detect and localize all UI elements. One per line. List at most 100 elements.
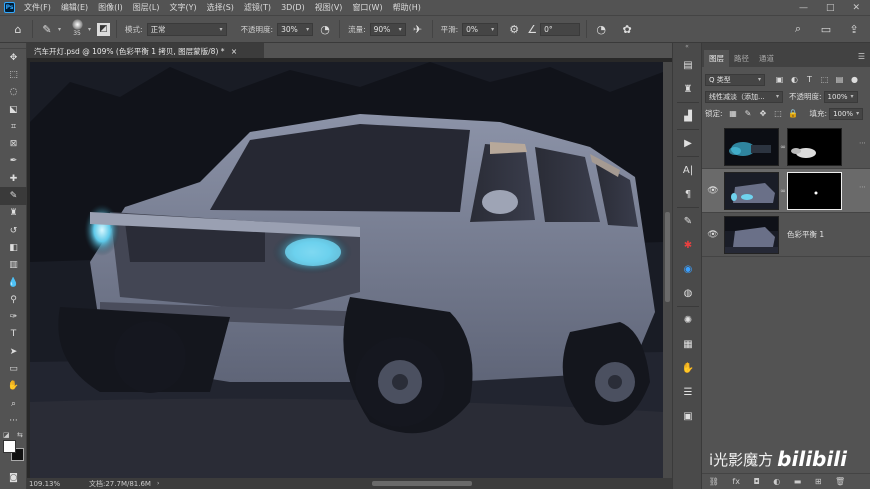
flow-input[interactable]: 90% ▾ bbox=[369, 22, 406, 36]
hand-tool-icon[interactable]: ✋ bbox=[0, 378, 27, 395]
chevron-down-icon[interactable]: ▾ bbox=[58, 26, 61, 33]
collapse-icon[interactable]: « bbox=[673, 43, 701, 53]
blur-tool-icon[interactable]: 💧 bbox=[0, 274, 27, 291]
paragraph-icon[interactable]: ¶ bbox=[673, 182, 703, 206]
brush-settings-icon[interactable]: ✎ bbox=[673, 209, 703, 233]
filter-smart-icon[interactable]: ▤ bbox=[833, 74, 846, 86]
photoshop-logo[interactable]: Ps bbox=[4, 2, 15, 13]
type-tool-icon[interactable]: T bbox=[0, 326, 27, 343]
foreground-color-swatch[interactable] bbox=[3, 439, 16, 453]
smoothing-input[interactable]: 0% ▾ bbox=[462, 22, 499, 36]
menu-image[interactable]: 图像(I) bbox=[93, 2, 128, 13]
crop-tool-icon[interactable]: ⌗ bbox=[0, 118, 27, 135]
menu-3d[interactable]: 3D(D) bbox=[276, 3, 310, 12]
tab-layers[interactable]: 图层 bbox=[704, 50, 729, 67]
gear-icon[interactable]: ⚙ bbox=[506, 21, 522, 37]
menu-filter[interactable]: 滤镜(T) bbox=[239, 2, 276, 13]
menu-select[interactable]: 选择(S) bbox=[202, 2, 239, 13]
horizontal-scrollbar-thumb[interactable] bbox=[372, 481, 472, 486]
eye-icon[interactable]: 👁 bbox=[702, 230, 724, 240]
close-tab-button[interactable]: × bbox=[231, 47, 237, 56]
quick-select-tool-icon[interactable]: ⬕ bbox=[0, 101, 27, 118]
gradient-icon[interactable]: ▦ bbox=[673, 332, 703, 356]
chevron-right-icon[interactable]: › bbox=[157, 480, 159, 487]
marquee-tool-icon[interactable]: ⬚ bbox=[0, 66, 27, 83]
lock-transparent-icon[interactable]: ▦ bbox=[727, 108, 740, 120]
link-layers-icon[interactable]: ⛓ bbox=[709, 477, 719, 486]
frame-tool-icon[interactable]: ⊠ bbox=[0, 135, 27, 152]
mask-link-icon[interactable]: ∞ bbox=[779, 187, 787, 195]
quick-mask-icon[interactable]: ◙ bbox=[0, 470, 27, 487]
filter-toggle-icon[interactable]: ● bbox=[848, 74, 861, 86]
adjustments-icon[interactable]: ☰ bbox=[673, 380, 703, 404]
minimize-button[interactable]: — bbox=[799, 3, 808, 13]
navigator-icon[interactable]: ✋ bbox=[673, 356, 703, 380]
new-layer-icon[interactable]: ⊞ bbox=[815, 477, 822, 486]
gradient-tool-icon[interactable]: ▥ bbox=[0, 257, 27, 274]
close-window-button[interactable]: ✕ bbox=[852, 3, 860, 13]
layer-style-icon[interactable]: fx bbox=[732, 477, 740, 486]
share-icon[interactable]: ⇪ bbox=[846, 21, 862, 37]
pen-tool-icon[interactable]: ✑ bbox=[0, 308, 27, 325]
zoom-tool-icon[interactable]: ⌕ bbox=[0, 395, 27, 412]
home-icon[interactable]: ⌂ bbox=[10, 21, 26, 37]
path-select-tool-icon[interactable]: ➤ bbox=[0, 343, 27, 360]
filter-shape-icon[interactable]: ⬚ bbox=[818, 74, 831, 86]
pressure-size-icon[interactable]: ◔ bbox=[593, 21, 609, 37]
more-icon[interactable]: ⋯ bbox=[859, 139, 866, 147]
document-canvas[interactable] bbox=[30, 62, 663, 478]
swatches-icon[interactable]: ✱ bbox=[673, 233, 703, 257]
maximize-button[interactable]: □ bbox=[826, 3, 835, 13]
blend-mode-select[interactable]: 线性减淡（添加... ▾ bbox=[705, 90, 783, 103]
menu-view[interactable]: 视图(V) bbox=[310, 2, 348, 13]
styles-icon[interactable]: ◍ bbox=[673, 281, 703, 305]
menu-edit[interactable]: 编辑(E) bbox=[56, 2, 93, 13]
search-icon[interactable]: ⌕ bbox=[790, 21, 806, 37]
mode-select[interactable]: 正常 ▾ bbox=[146, 22, 227, 36]
menu-type[interactable]: 文字(Y) bbox=[164, 2, 201, 13]
layer-mask-thumbnail[interactable] bbox=[787, 171, 842, 210]
fill-input[interactable]: 100% ▾ bbox=[829, 107, 864, 120]
filter-type-icon[interactable]: T bbox=[803, 74, 816, 86]
brush-tool-icon[interactable]: ✎ bbox=[0, 187, 27, 205]
symmetry-icon[interactable]: ✿ bbox=[619, 21, 635, 37]
brightness-icon[interactable]: ✺ bbox=[673, 308, 703, 332]
lasso-tool-icon[interactable]: ◌ bbox=[0, 84, 27, 101]
swap-colors-icon[interactable]: ⇆ bbox=[17, 431, 23, 439]
more-icon[interactable]: ⋯ bbox=[859, 183, 866, 191]
mask-link-icon[interactable]: ∞ bbox=[779, 143, 787, 151]
add-mask-icon[interactable]: ◘ bbox=[753, 477, 759, 486]
document-tab[interactable]: 汽车开灯.psd @ 109% (色彩平衡 1 拷贝, 图层蒙版/8) * × bbox=[27, 43, 264, 58]
brush-tool-icon[interactable]: ✎ bbox=[39, 21, 55, 37]
chevron-down-icon[interactable]: ▾ bbox=[88, 26, 91, 33]
histogram-icon[interactable]: ▟ bbox=[673, 104, 703, 128]
layer-opacity-input[interactable]: 100% ▾ bbox=[823, 90, 858, 103]
panel-menu-icon[interactable]: ☰ bbox=[858, 52, 865, 61]
workspace-icon[interactable]: ▭ bbox=[818, 21, 834, 37]
eraser-tool-icon[interactable]: ◧ bbox=[0, 239, 27, 256]
trash-icon[interactable]: 🗑 bbox=[835, 477, 845, 486]
default-colors-icon[interactable]: ◪ bbox=[3, 431, 10, 439]
vertical-scrollbar[interactable] bbox=[663, 62, 672, 478]
brush-settings-toggle-icon[interactable]: ◩ bbox=[97, 22, 111, 36]
angle-input[interactable]: 0° bbox=[540, 22, 581, 36]
history-icon[interactable]: ▤ bbox=[673, 53, 703, 77]
adjustment-layer-icon[interactable]: ◐ bbox=[773, 477, 780, 486]
libraries-icon[interactable]: ▣ bbox=[673, 404, 703, 428]
tab-paths[interactable]: 路径 bbox=[729, 50, 754, 67]
eyedropper-tool-icon[interactable]: ✒ bbox=[0, 153, 27, 170]
lock-pixels-icon[interactable]: ✎ bbox=[742, 108, 755, 120]
layer-row[interactable]: 👁 色彩平衡 1 bbox=[702, 213, 870, 257]
airbrush-icon[interactable]: ✈ bbox=[410, 21, 426, 37]
rectangle-tool-icon[interactable]: ▭ bbox=[0, 360, 27, 377]
move-tool-icon[interactable]: ✥ bbox=[0, 49, 27, 66]
zoom-level[interactable]: 109.13% bbox=[29, 480, 69, 488]
dodge-tool-icon[interactable]: ⚲ bbox=[0, 291, 27, 308]
opacity-input[interactable]: 30% ▾ bbox=[277, 22, 314, 36]
color-icon[interactable]: ◉ bbox=[673, 257, 703, 281]
menu-file[interactable]: 文件(F) bbox=[19, 2, 56, 13]
clone-source-icon[interactable]: ♜ bbox=[673, 77, 703, 101]
layer-mask-thumbnail[interactable] bbox=[787, 127, 842, 166]
play-icon[interactable]: ▶ bbox=[673, 131, 703, 155]
brush-preset-picker[interactable]: 35 bbox=[69, 19, 85, 39]
